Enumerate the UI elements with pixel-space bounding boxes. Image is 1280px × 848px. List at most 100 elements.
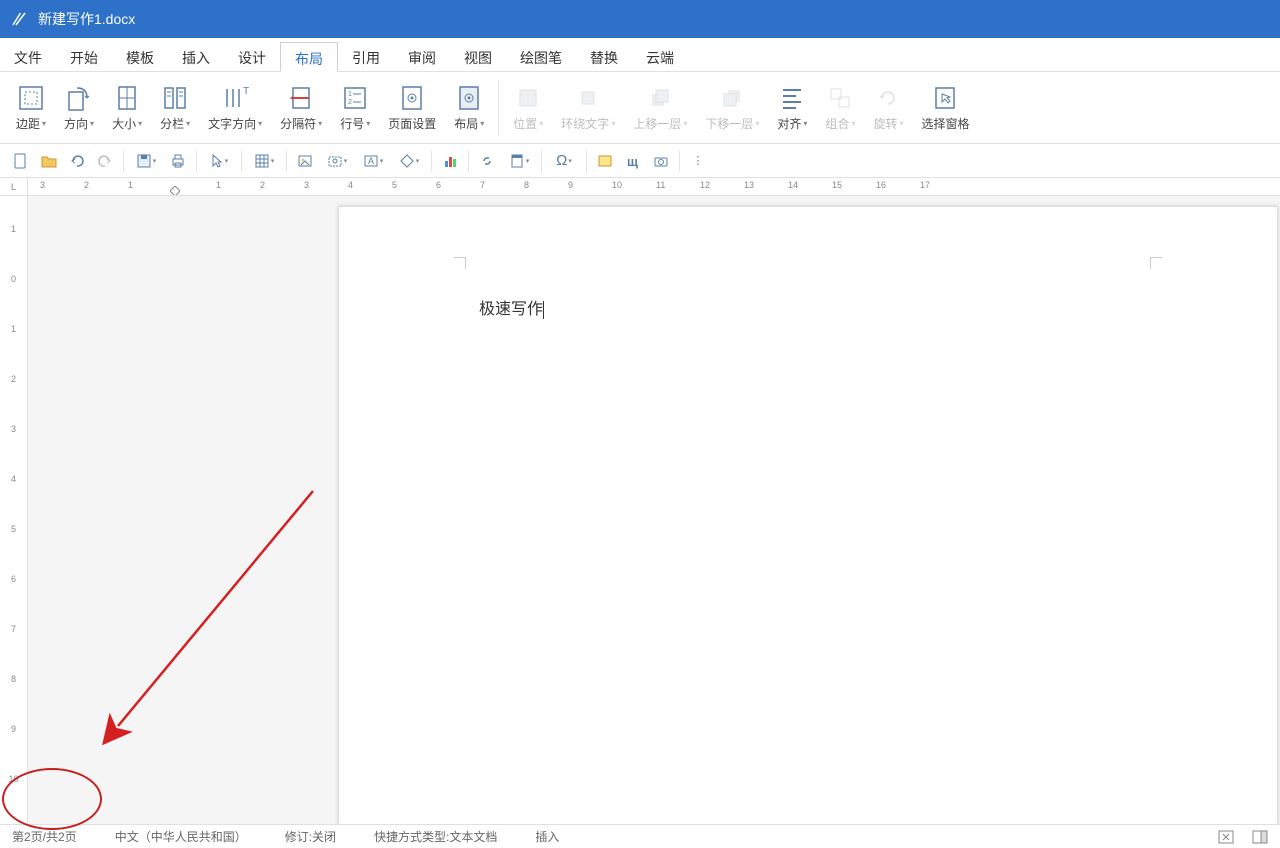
status-bar: 第2页/共2页 中文（中华人民共和国） 修订:关闭 快捷方式类型:文本文档 插入 — [0, 824, 1280, 848]
document-area[interactable]: 极速写作 — [28, 196, 1280, 824]
margin-corner-tr — [1150, 257, 1162, 269]
svg-text:1: 1 — [348, 91, 352, 98]
align-button[interactable]: 对齐▾ — [769, 79, 815, 136]
note-icon — [597, 153, 613, 169]
textbox-icon: A — [363, 153, 379, 169]
text-cursor — [543, 301, 544, 319]
menu-review[interactable]: 审阅 — [394, 42, 450, 71]
save-button[interactable]: ▾ — [129, 148, 163, 174]
background-icon — [454, 83, 484, 113]
bring-forward-icon — [645, 83, 675, 113]
redo-icon — [97, 153, 113, 169]
folder-icon — [41, 153, 57, 169]
horizontal-ruler[interactable]: 3211234567891011121314151617 — [28, 178, 1280, 196]
page-setup-button[interactable]: 页面设置 — [380, 79, 444, 136]
note-button[interactable] — [592, 148, 618, 174]
menu-references[interactable]: 引用 — [338, 42, 394, 71]
rotate-button: 旋转▾ — [865, 79, 911, 136]
new-doc-button[interactable] — [8, 148, 34, 174]
page-count[interactable]: 第2页/共2页 — [8, 826, 81, 847]
document-text[interactable]: 极速写作 — [479, 295, 544, 319]
chart-button[interactable] — [437, 148, 463, 174]
header-icon — [509, 153, 525, 169]
background-button[interactable]: 布局▾ — [446, 79, 492, 136]
rotate-icon — [873, 83, 903, 113]
margins-button[interactable]: 边距▾ — [8, 79, 54, 136]
view-icon-2 — [1252, 830, 1268, 844]
view-mode-1-button[interactable] — [1214, 828, 1238, 846]
menu-drawing[interactable]: 绘图笔 — [506, 42, 576, 71]
workspace: L 1012345678910 321123456789101112131415… — [0, 178, 1280, 824]
screenshot-button[interactable]: ▾ — [320, 148, 354, 174]
ribbon-separator — [498, 80, 499, 136]
menu-replace[interactable]: 替换 — [576, 42, 632, 71]
view-mode-2-button[interactable] — [1248, 828, 1272, 846]
menu-view[interactable]: 视图 — [450, 42, 506, 71]
cursor-icon — [210, 153, 224, 169]
print-icon — [170, 153, 186, 169]
undo-button[interactable] — [64, 148, 90, 174]
size-icon — [112, 83, 142, 113]
selection-pane-icon — [930, 83, 960, 113]
textbox-button[interactable]: A▾ — [356, 148, 390, 174]
track-changes-status[interactable]: 修订:关闭 — [281, 826, 340, 847]
menu-design[interactable]: 设计 — [224, 42, 280, 71]
document-title: 新建写作1.docx — [38, 9, 135, 29]
insert-mode-status[interactable]: 插入 — [531, 826, 563, 847]
shapes-button[interactable]: ▾ — [392, 148, 426, 174]
margins-icon — [16, 83, 46, 113]
header-footer-button[interactable]: ▾ — [502, 148, 536, 174]
columns-button[interactable]: 分栏▾ — [152, 79, 198, 136]
menu-insert[interactable]: 插入 — [168, 42, 224, 71]
menu-cloud[interactable]: 云端 — [632, 42, 688, 71]
quick-access-toolbar: ▾ ▾ ▾ ▾ A▾ ▾ ▾ Ω▾ щ ⋮ — [0, 144, 1280, 178]
camera-button[interactable] — [648, 148, 674, 174]
selection-pane-button[interactable]: 选择窗格 — [913, 79, 977, 136]
table-icon — [254, 153, 270, 169]
position-icon — [513, 83, 543, 113]
shapes-icon — [399, 153, 415, 169]
find-button[interactable]: щ — [620, 148, 646, 174]
breaks-button[interactable]: 分隔符▾ — [272, 79, 330, 136]
text-direction-button[interactable]: T 文字方向▾ — [200, 79, 270, 136]
image-button[interactable] — [292, 148, 318, 174]
camera-icon — [653, 153, 669, 169]
arrow-annotation — [58, 476, 338, 756]
hyperlink-button[interactable] — [474, 148, 500, 174]
language-status[interactable]: 中文（中华人民共和国） — [111, 826, 251, 847]
open-button[interactable] — [36, 148, 62, 174]
orientation-button[interactable]: 方向▾ — [56, 79, 102, 136]
symbol-button[interactable]: Ω▾ — [547, 148, 581, 174]
print-button[interactable] — [165, 148, 191, 174]
undo-icon — [69, 153, 85, 169]
find-icon: щ — [625, 153, 641, 169]
chart-icon — [442, 153, 458, 169]
columns-icon — [160, 83, 190, 113]
save-icon — [136, 153, 152, 169]
view-icon — [1218, 830, 1234, 844]
menu-home[interactable]: 开始 — [56, 42, 112, 71]
svg-text:щ: щ — [627, 154, 638, 169]
vertical-ruler[interactable]: L 1012345678910 — [0, 178, 28, 824]
image-icon — [297, 153, 313, 169]
shortcut-type-status[interactable]: 快捷方式类型:文本文档 — [370, 826, 501, 847]
breaks-icon — [286, 83, 316, 113]
first-line-indent-marker[interactable] — [170, 186, 180, 194]
table-button[interactable]: ▾ — [247, 148, 281, 174]
line-numbers-button[interactable]: 12 行号▾ — [332, 79, 378, 136]
page-setup-icon — [397, 83, 427, 113]
size-button[interactable]: 大小▾ — [104, 79, 150, 136]
bring-forward-button: 上移一层▾ — [625, 79, 695, 136]
svg-text:2: 2 — [348, 99, 352, 106]
margin-corner-tl — [454, 257, 466, 269]
more-button[interactable]: ⋮ — [685, 148, 711, 174]
title-bar: 新建写作1.docx — [0, 0, 1280, 38]
menu-layout[interactable]: 布局 — [280, 42, 338, 72]
cursor-button[interactable]: ▾ — [202, 148, 236, 174]
menu-file[interactable]: 文件 — [0, 42, 56, 71]
redo-button[interactable] — [92, 148, 118, 174]
position-button: 位置▾ — [505, 79, 551, 136]
menu-template[interactable]: 模板 — [112, 42, 168, 71]
page[interactable]: 极速写作 — [338, 206, 1278, 824]
ribbon-layout: 边距▾ 方向▾ 大小▾ 分栏▾ T 文字方向▾ 分隔符▾ 12 行号▾ 页面设置… — [0, 72, 1280, 144]
